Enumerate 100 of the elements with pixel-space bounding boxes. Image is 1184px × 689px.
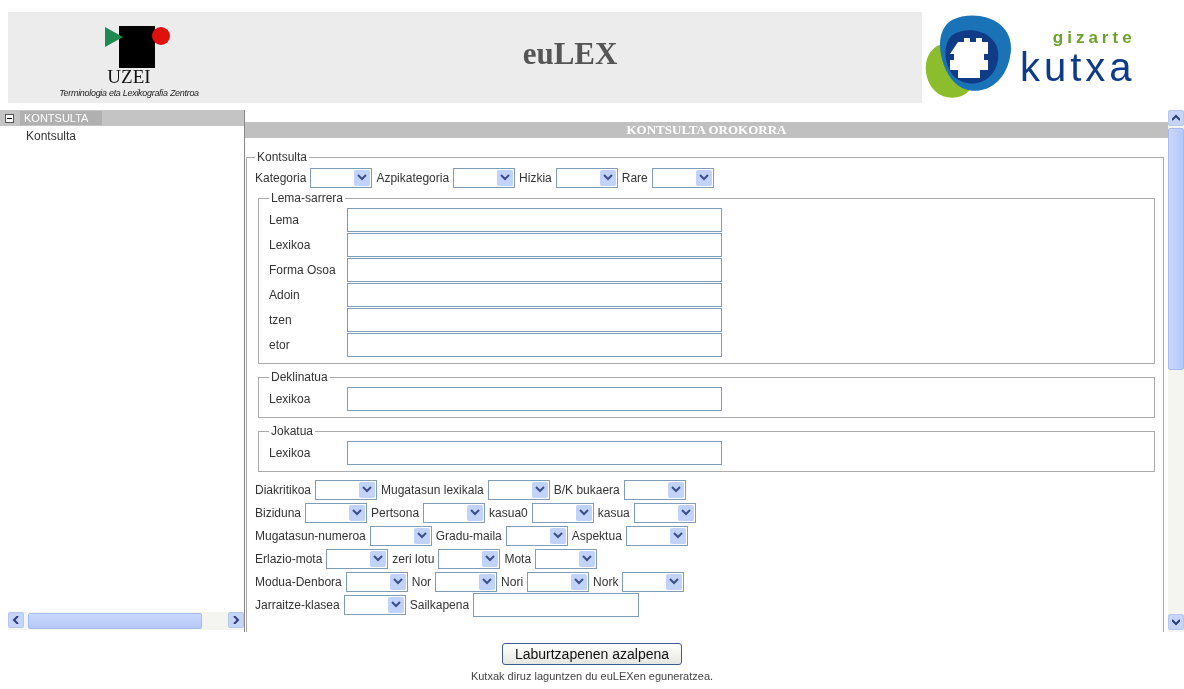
chevron-down-icon xyxy=(482,578,493,585)
field-label: Mota xyxy=(504,551,532,566)
scroll-right-button[interactable] xyxy=(228,612,244,628)
abbreviations-button[interactable]: Laburtzapenen azalpena xyxy=(501,643,683,665)
dropdown[interactable] xyxy=(487,479,550,500)
scroll-thumb[interactable] xyxy=(28,613,202,629)
chevron-down-icon xyxy=(670,486,681,493)
dropdown[interactable] xyxy=(625,525,688,546)
chevron-down-icon xyxy=(1172,618,1180,626)
input-field[interactable] xyxy=(347,386,722,411)
dropdown[interactable] xyxy=(423,502,486,523)
chevron-down-icon xyxy=(582,555,593,562)
scroll-thumb[interactable] xyxy=(1168,128,1184,370)
field-label: Nork xyxy=(593,574,619,589)
chevron-down-icon xyxy=(552,532,563,539)
chevron-down-icon xyxy=(500,174,511,181)
field-label: zeri lotu xyxy=(392,551,435,566)
chevron-down-icon xyxy=(416,532,427,539)
logo-text: gizarte xyxy=(1052,28,1136,47)
field-label: Erlazio-mota xyxy=(255,551,323,566)
field-label: Lema xyxy=(269,212,301,227)
chevron-down-icon xyxy=(470,509,481,516)
logo-text: kutxa xyxy=(1020,46,1136,87)
field-label: Lexikoa xyxy=(269,445,312,460)
dropdown[interactable] xyxy=(633,502,696,523)
dropdown[interactable] xyxy=(453,167,516,188)
input-field[interactable] xyxy=(347,282,722,307)
field-label: Lexikoa xyxy=(269,237,312,252)
scroll-left-button[interactable] xyxy=(8,612,24,628)
field-label: Pertsona xyxy=(371,505,420,520)
input-field[interactable] xyxy=(347,257,722,282)
logo-icon xyxy=(105,26,171,68)
dropdown[interactable] xyxy=(315,479,377,500)
field-label: B/K bukaera xyxy=(553,482,620,497)
field-label: Jarraitze-klasea xyxy=(255,597,340,612)
logo-subtitle: Terminologia eta Lexikografia Zentroa xyxy=(59,88,199,98)
group-legend: Lema-sarrera xyxy=(269,191,346,205)
group-legend: Kontsulta xyxy=(255,150,310,164)
chevron-down-icon xyxy=(362,486,372,493)
field-label: Nori xyxy=(501,574,524,589)
dropdown[interactable] xyxy=(651,167,714,188)
chevron-right-icon xyxy=(232,616,240,624)
dropdown[interactable] xyxy=(435,571,498,592)
logo-text: UZEI xyxy=(107,68,151,86)
input-field[interactable] xyxy=(347,232,722,257)
field-label: Diakritikoa xyxy=(255,482,311,497)
dropdown[interactable] xyxy=(555,167,618,188)
chevron-down-icon xyxy=(392,578,403,585)
collapse-icon[interactable] xyxy=(5,113,14,123)
horizontal-scrollbar[interactable] xyxy=(8,612,244,630)
input-field[interactable] xyxy=(347,207,722,232)
field-label: Forma Osoa xyxy=(269,262,337,277)
field-label: Mugatasun lexikala xyxy=(381,482,484,497)
vertical-scrollbar[interactable] xyxy=(1168,110,1184,632)
dropdown[interactable] xyxy=(531,502,594,523)
scroll-down-button[interactable] xyxy=(1168,614,1184,630)
field-label: Modua-Denbora xyxy=(255,574,342,589)
field-label: Biziduna xyxy=(255,505,302,520)
field-label: Kategoria xyxy=(255,170,307,185)
chevron-down-icon xyxy=(357,174,368,181)
field-label: Gradu-maila xyxy=(435,528,502,543)
tree-item[interactable]: Kontsulta xyxy=(0,126,244,143)
chevron-down-icon xyxy=(672,532,683,539)
scroll-up-button[interactable] xyxy=(1168,110,1184,126)
dropdown[interactable] xyxy=(310,167,373,188)
field-label: kasua0 xyxy=(489,505,528,520)
input-field[interactable] xyxy=(347,440,722,465)
chevron-up-icon xyxy=(1172,114,1180,122)
field-label: Hizkia xyxy=(519,170,552,185)
chevron-down-icon xyxy=(680,509,691,516)
dropdown[interactable] xyxy=(505,525,568,546)
input-field[interactable] xyxy=(347,307,722,332)
input-field[interactable] xyxy=(473,592,640,617)
dropdown[interactable] xyxy=(535,548,598,569)
field-label: Mugatasun-numeroa xyxy=(255,528,366,543)
dropdown[interactable] xyxy=(326,548,389,569)
field-label: Azpikategoria xyxy=(376,170,450,185)
chevron-down-icon xyxy=(602,174,613,181)
field-label: Aspektua xyxy=(571,528,622,543)
field-label: Lexikoa xyxy=(269,391,312,406)
input-field[interactable] xyxy=(347,332,722,357)
dropdown[interactable] xyxy=(343,594,406,615)
chevron-down-icon xyxy=(352,509,363,516)
chevron-left-icon xyxy=(12,616,20,624)
group-legend: Deklinatua xyxy=(269,370,330,384)
chevron-down-icon xyxy=(669,578,680,585)
field-label: Adoin xyxy=(269,287,301,302)
dropdown[interactable] xyxy=(369,525,432,546)
field-label: Rare xyxy=(621,170,648,185)
footer-note: Kutxak diruz laguntzen du euLEXen eguneratzea. xyxy=(470,670,714,682)
chevron-down-icon xyxy=(373,555,384,562)
chevron-down-icon xyxy=(574,578,585,585)
dropdown[interactable] xyxy=(622,571,685,592)
chevron-down-icon xyxy=(390,601,401,608)
dropdown[interactable] xyxy=(305,502,368,523)
dropdown[interactable] xyxy=(345,571,408,592)
dropdown[interactable] xyxy=(527,571,590,592)
field-label: Nor xyxy=(411,574,432,589)
dropdown[interactable] xyxy=(623,479,686,500)
dropdown[interactable] xyxy=(438,548,501,569)
